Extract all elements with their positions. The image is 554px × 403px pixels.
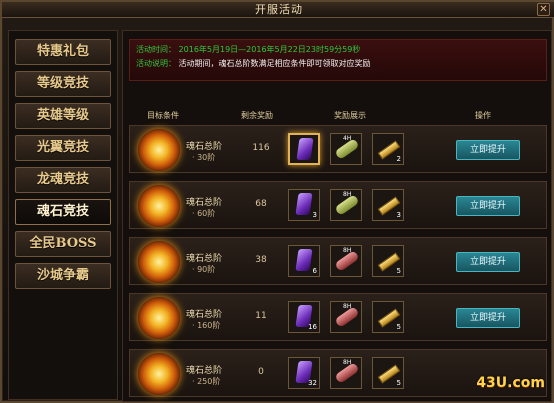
sidebar-item-world-boss[interactable]: 全民BOSS [15,231,111,257]
reward-slot-gold[interactable]: 3 [372,189,404,221]
sidebar-item-special-gift[interactable]: 特惠礼包 [15,39,111,65]
reward-slot-scroll[interactable]: 8H [330,189,362,221]
soulstone-emblem-icon [138,297,180,339]
condition-title: 魂石总阶 [186,254,223,264]
table-header: 目标条件 剩余奖励 奖励展示 操作 [129,109,547,123]
main-panel: 活动时间： 2016年5月19日—2016年5月22日23时59分59秒 活动说… [122,30,552,402]
reward-slot-scroll[interactable]: 4H [330,133,362,165]
reward-qty: 5 [396,379,401,387]
remaining-count: 0 [258,367,264,377]
reward-slot-gem[interactable]: 16 [288,301,320,333]
reward-slot-gem[interactable]: 3 [288,189,320,221]
table-row: 魂石总阶 · 30阶 116 4H 2 立即提升 [129,125,547,173]
remaining-count: 116 [252,143,270,153]
header-remaining-rewards: 剩余奖励 [241,111,273,120]
activity-description-label: 活动说明： [136,59,176,68]
scroll-duration: 8H [343,191,352,198]
purple-crystal-icon [295,249,313,271]
remaining-count: 38 [255,255,267,265]
reward-slot-scroll[interactable]: 8H [330,245,362,277]
sidebar-item-level-contest[interactable]: 等级竞技 [15,71,111,97]
title-bar: 开服活动 ✕ [2,2,554,18]
soulstone-emblem-icon [138,241,180,283]
scroll-duration: 4H [343,135,352,142]
window-title: 开服活动 [255,3,303,16]
reward-qty: 5 [396,323,401,331]
reward-qty: 16 [308,323,317,331]
upgrade-now-button[interactable]: 立即提升 [456,196,520,216]
activity-time-value: 2016年5月19日—2016年5月22日23时59分59秒 [178,45,361,54]
sidebar-item-dragon-soul-contest[interactable]: 龙魂竞技 [15,167,111,193]
sidebar: 特惠礼包 等级竞技 英雄等级 光翼竞技 龙魂竞技 魂石竞技 全民BOSS 沙城争… [8,30,118,400]
activity-window: 开服活动 ✕ 特惠礼包 等级竞技 英雄等级 光翼竞技 龙魂竞技 魂石竞技 全民B… [0,0,554,403]
sidebar-item-hero-level[interactable]: 英雄等级 [15,103,111,129]
condition-title: 魂石总阶 [186,366,223,376]
condition-requirement: · 90阶 [192,265,216,274]
reward-slot-gem[interactable] [288,133,320,165]
sidebar-item-soulstone-contest[interactable]: 魂石竞技 [15,199,111,225]
activity-description-value: 活动期间，魂石总阶数满足相应条件即可领取对应奖励 [178,59,371,68]
header-operation: 操作 [475,111,491,120]
condition-requirement: · 30阶 [192,153,216,162]
reward-slot-gold[interactable]: 5 [372,301,404,333]
reward-slot-scroll[interactable]: 8H [330,357,362,389]
reward-qty: 5 [396,267,401,275]
activity-description: 活动说明： 活动期间，魂石总阶数满足相应条件即可领取对应奖励 [136,57,540,71]
reward-slot-gem[interactable]: 32 [288,357,320,389]
reward-slot-scroll[interactable]: 8H [330,301,362,333]
activity-info: 活动时间： 2016年5月19日—2016年5月22日23时59分59秒 活动说… [129,39,547,81]
reward-slot-gem[interactable]: 6 [288,245,320,277]
sidebar-item-wing-contest[interactable]: 光翼竞技 [15,135,111,161]
purple-crystal-icon [296,138,314,160]
condition-title: 魂石总阶 [186,142,223,152]
reward-slot-gold[interactable]: 2 [372,133,404,165]
condition-requirement: · 160阶 [192,321,221,330]
soulstone-emblem-icon [138,185,180,227]
upgrade-now-button[interactable]: 立即提升 [456,140,520,160]
header-target-condition: 目标条件 [147,111,179,120]
table-row: 魂石总阶 · 60阶 68 3 8H 3 立即提升 [129,181,547,229]
condition-title: 魂石总阶 [186,198,223,208]
purple-crystal-icon [295,193,313,215]
activity-time-label: 活动时间： [136,45,176,54]
soulstone-emblem-icon [138,129,180,171]
scroll-duration: 8H [343,247,352,254]
header-reward-display: 奖励展示 [334,111,366,120]
upgrade-now-button[interactable]: 立即提升 [456,252,520,272]
close-icon[interactable]: ✕ [537,3,550,16]
activity-time: 活动时间： 2016年5月19日—2016年5月22日23时59分59秒 [136,43,540,57]
remaining-count: 68 [255,199,267,209]
reward-qty: 2 [396,155,401,163]
condition-title: 魂石总阶 [186,310,223,320]
reward-qty: 3 [312,211,317,219]
reward-slot-gold[interactable]: 5 [372,245,404,277]
reward-qty: 3 [396,211,401,219]
scroll-duration: 8H [343,359,352,366]
upgrade-now-button[interactable]: 立即提升 [456,308,520,328]
site-watermark: 43U.com [476,375,545,391]
remaining-count: 11 [255,311,267,321]
condition-requirement: · 60阶 [192,209,216,218]
table-row: 魂石总阶 · 90阶 38 6 8H 5 立即提升 [129,237,547,285]
reward-qty: 6 [312,267,317,275]
reward-slot-gold[interactable]: 5 [372,357,404,389]
table-row: 魂石总阶 · 160阶 11 16 8H 5 立即提升 [129,293,547,341]
scroll-duration: 8H [343,303,352,310]
sidebar-item-city-siege[interactable]: 沙城争霸 [15,263,111,289]
condition-requirement: · 250阶 [192,377,221,386]
reward-qty: 32 [308,379,317,387]
soulstone-emblem-icon [138,353,180,395]
